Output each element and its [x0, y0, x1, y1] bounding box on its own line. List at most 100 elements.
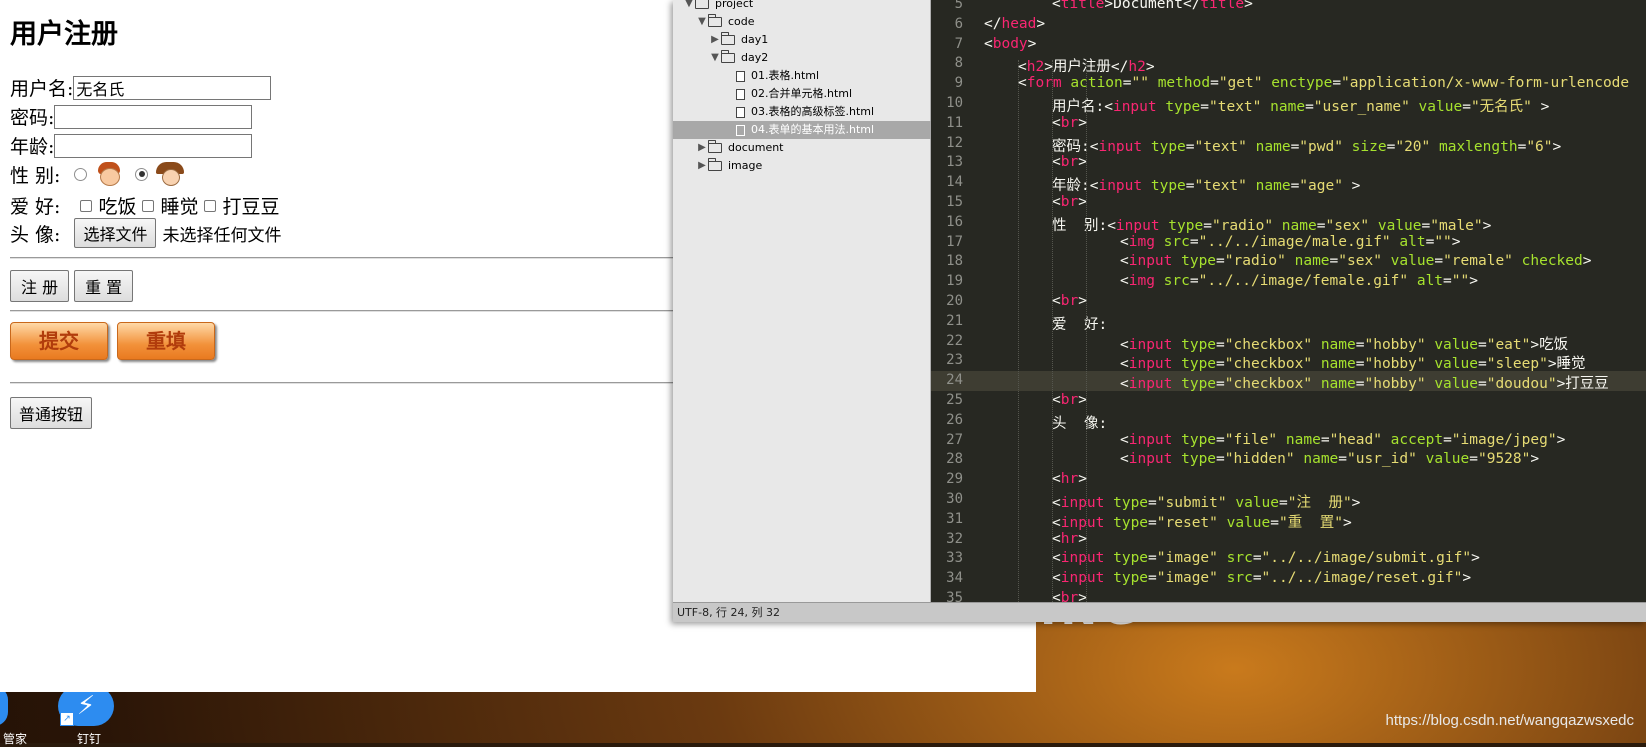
code-line: <input type="radio" name="sex" value="re…	[1120, 253, 1592, 270]
code-line: 头 像:	[1052, 415, 1108, 432]
code-line: 年龄:<input type="text" name="age" >	[1052, 178, 1361, 195]
desktop-icon-dingtalk[interactable]: ⚡ ↗ 钉钉	[54, 686, 124, 746]
password-label: 密码:	[10, 107, 55, 129]
code-line: <input type="checkbox" name="hobby" valu…	[1120, 336, 1569, 353]
code-area[interactable]: 5 6 7 8 9 10 11 12 13 14 15 16 17 18 19 20 21 22 23 24 25 26 2…	[931, 0, 1646, 602]
tree-file-item[interactable]: 02.合并单元格.html	[722, 85, 852, 103]
code-line: <input type="image" src="../../image/sub…	[1052, 550, 1480, 567]
indent-guide	[1018, 60, 1019, 602]
line-number: 23	[946, 352, 963, 369]
code-line: <input type="hidden" name="usr_id" value…	[1120, 451, 1540, 468]
line-number: 20	[946, 293, 963, 309]
collapsed-arrow-icon[interactable]: ▶	[696, 157, 708, 175]
code-line: <title>Document</title>	[1052, 0, 1253, 12]
reset-button[interactable]: 重 置	[74, 270, 134, 302]
line-number: 21	[946, 312, 963, 329]
code-line: <form action="" method="get" enctype="ap…	[1018, 75, 1630, 92]
hobby-label-sleep: 睡觉	[160, 196, 199, 218]
tree-item-label: 03.表格的高级标签.html	[751, 105, 875, 118]
tree-folder-item[interactable]: ▶ document	[696, 139, 784, 157]
code-line: 性 别:<input type="radio" name="sex" value…	[1052, 217, 1492, 234]
avatar-row: 头 像: 选择文件 未选择任何文件	[10, 218, 281, 248]
line-number: 25	[946, 392, 963, 408]
age-label: 年龄:	[10, 136, 55, 158]
hobby-label-doudou: 打豆豆	[222, 196, 280, 218]
tree-folder-item[interactable]: ▼ code	[696, 13, 755, 31]
code-line: <img src="../../image/male.gif" alt="">	[1120, 233, 1461, 250]
plain-button-row: 普通按钮	[10, 397, 93, 429]
hobby-label: 爱 好:	[10, 196, 61, 218]
line-number: 34	[946, 570, 963, 587]
tree-item-label: image	[728, 159, 763, 172]
code-line: <input type="submit" value="注 册">	[1052, 495, 1361, 511]
hobby-label-eat: 吃饭	[98, 196, 137, 218]
password-input[interactable]	[54, 104, 253, 129]
hobby-checkbox-doudou[interactable]	[204, 199, 217, 212]
line-number: 31	[946, 510, 963, 527]
line-number: 12	[946, 134, 963, 151]
file-icon	[736, 124, 745, 136]
code-line: <br>	[1052, 392, 1087, 408]
plain-button[interactable]: 普通按钮	[10, 397, 93, 429]
submit-button[interactable]: 注 册	[10, 270, 70, 302]
code-line: 密码:<input type="text" name="pwd" size="2…	[1052, 138, 1562, 155]
username-input[interactable]	[73, 75, 272, 100]
line-number: 14	[946, 174, 963, 191]
folder-icon	[708, 158, 722, 171]
code-line: <br>	[1052, 293, 1087, 309]
male-radio[interactable]	[74, 167, 88, 181]
age-input[interactable]	[54, 133, 253, 158]
hobby-row: 爱 好: 吃饭 睡觉 打豆豆	[10, 192, 280, 219]
tree-folder-item[interactable]: ▶ day1	[709, 31, 768, 49]
folder-icon	[708, 140, 722, 153]
file-icon	[736, 70, 745, 82]
line-number: 16	[946, 213, 963, 230]
line-number: 26	[946, 411, 963, 428]
tree-file-item[interactable]: 01.表格.html	[722, 67, 819, 85]
image-reset-button[interactable]: 重填	[117, 322, 215, 360]
desktop-icon-manager[interactable]: 管家	[0, 686, 50, 746]
line-number: 27	[946, 431, 963, 448]
hobby-checkbox-eat[interactable]	[80, 199, 93, 212]
tree-folder-item[interactable]: ▼ day2	[709, 49, 768, 67]
line-number: 13	[946, 154, 963, 171]
female-avatar-icon	[154, 160, 185, 188]
tree-folder-item[interactable]: ▼ project	[683, 0, 753, 13]
choose-file-button[interactable]: 选择文件	[74, 218, 157, 248]
page-title: 用户注册	[10, 19, 118, 50]
manager-app-icon	[0, 686, 8, 726]
tree-item-label: day1	[741, 33, 769, 46]
tree-item-label: day2	[741, 51, 769, 64]
tree-file-item[interactable]: 03.表格的高级标签.html	[722, 103, 874, 121]
hobby-checkbox-sleep[interactable]	[142, 199, 155, 212]
status-bar: UTF-8, 行 24, 列 32	[673, 602, 1646, 622]
desktop-icon-label: 管家	[2, 732, 27, 746]
image-submit-button[interactable]: 提交	[10, 322, 108, 360]
indent-guide	[1052, 60, 1053, 602]
tree-item-label: project	[715, 0, 754, 10]
collapsed-arrow-icon[interactable]: ▶	[709, 31, 721, 49]
tree-item-label: 04.表单的基本用法.html	[751, 123, 875, 136]
code-line: </head>	[984, 15, 1046, 32]
line-number: 32	[946, 530, 963, 547]
expanded-arrow-icon[interactable]: ▼	[709, 49, 721, 67]
folder-icon	[721, 50, 735, 63]
expanded-arrow-icon[interactable]: ▼	[683, 0, 695, 13]
file-icon	[736, 88, 745, 100]
code-line: <br>	[1052, 194, 1087, 210]
tree-item-label: 01.表格.html	[751, 69, 820, 82]
female-radio[interactable]	[135, 167, 149, 181]
collapsed-arrow-icon[interactable]: ▶	[696, 139, 708, 157]
line-number: 19	[946, 273, 963, 290]
file-status: 未选择任何文件	[162, 225, 282, 246]
folder-icon	[708, 14, 722, 27]
expanded-arrow-icon[interactable]: ▼	[696, 13, 708, 31]
line-number: 7	[954, 35, 963, 52]
line-number: 6	[954, 15, 963, 32]
code-line: <img src="../../image/female.gif" alt=""…	[1120, 273, 1478, 290]
code-line: 用户名:<input type="text" name="user_name" …	[1052, 99, 1550, 115]
line-number: 18	[946, 253, 963, 270]
watermark: https://blog.csdn.net/wangqazwsxedc	[1385, 712, 1634, 729]
line-number: 9	[954, 75, 963, 92]
tree-folder-item[interactable]: ▶ image	[696, 157, 762, 175]
